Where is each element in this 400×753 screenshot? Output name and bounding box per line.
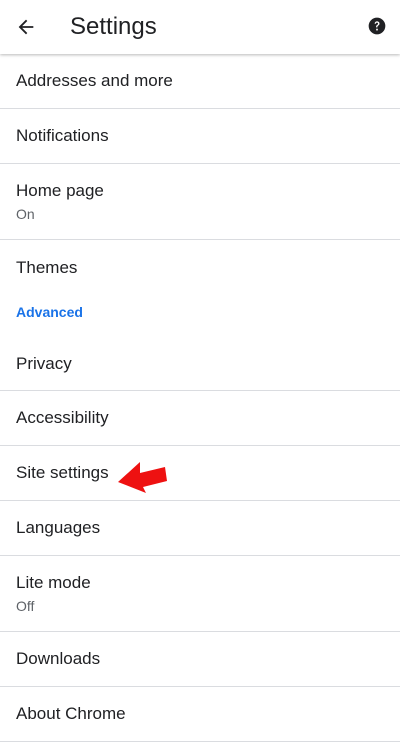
settings-item-languages[interactable]: Languages — [0, 501, 400, 556]
settings-item-downloads[interactable]: Downloads — [0, 632, 400, 687]
arrow-back-icon — [18, 19, 34, 35]
settings-item-notifications[interactable]: Notifications — [0, 109, 400, 164]
settings-item-addresses[interactable]: Addresses and more — [0, 54, 400, 109]
settings-item-status: On — [16, 206, 35, 222]
settings-item-label: Downloads — [16, 649, 101, 668]
help-icon — [368, 17, 386, 35]
settings-item-themes[interactable]: Themes — [0, 240, 400, 295]
page-title: Settings — [70, 13, 157, 40]
settings-list: Addresses and more Notifications Home pa… — [0, 54, 400, 742]
settings-item-site-settings[interactable]: Site settings — [0, 446, 400, 501]
annotation-arrow-icon — [118, 462, 167, 493]
settings-item-label: Lite mode — [16, 573, 91, 592]
settings-item-label: Site settings — [16, 463, 109, 482]
settings-item-label: Notifications — [16, 126, 109, 145]
settings-item-home-page[interactable]: Home page On — [0, 164, 400, 240]
help-button[interactable] — [364, 13, 390, 39]
settings-item-privacy[interactable]: Privacy — [0, 337, 400, 391]
settings-item-label: Privacy — [16, 353, 72, 373]
settings-item-label: Addresses and more — [16, 71, 173, 90]
settings-item-accessibility[interactable]: Accessibility — [0, 391, 400, 446]
settings-item-status: Off — [16, 598, 35, 614]
section-header-label: Advanced — [16, 304, 83, 320]
settings-item-label: Languages — [16, 518, 101, 537]
settings-item-label: Accessibility — [16, 408, 109, 427]
settings-item-label: About Chrome — [16, 704, 126, 723]
settings-item-label: Home page — [16, 181, 104, 200]
settings-item-lite-mode[interactable]: Lite mode Off — [0, 556, 400, 632]
app-bar: Settings — [0, 0, 400, 54]
settings-item-about-chrome[interactable]: About Chrome — [0, 687, 400, 742]
settings-item-label: Themes — [16, 257, 78, 277]
back-button[interactable] — [8, 9, 44, 45]
